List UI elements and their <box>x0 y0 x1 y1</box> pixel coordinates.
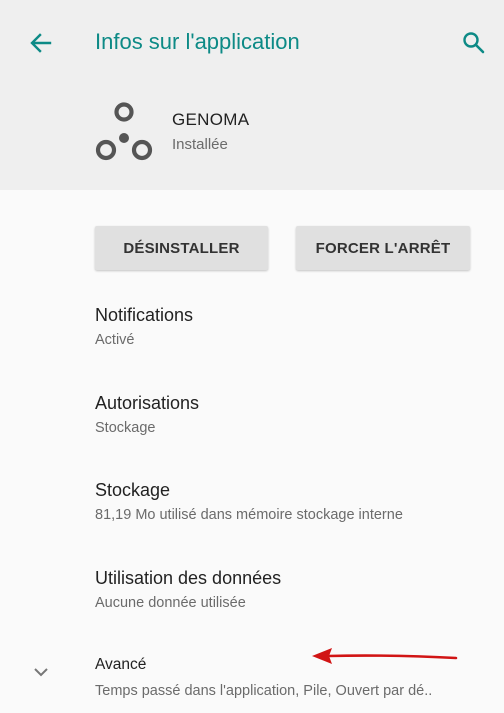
settings-item-permissions[interactable]: Autorisations Stockage <box>95 392 495 437</box>
app-name: GENOMA <box>172 110 250 129</box>
item-subtitle: Aucune donnée utilisée <box>95 595 246 611</box>
item-subtitle: Activé <box>95 332 135 348</box>
force-stop-button[interactable]: FORCER L'ARRÊT <box>296 226 470 270</box>
app-logo <box>93 100 157 164</box>
app-summary: GENOMA Installée <box>0 96 504 176</box>
annotation-arrow <box>308 644 458 668</box>
item-subtitle: 81,19 Mo utilisé dans mémoire stockage i… <box>95 507 403 523</box>
arrow-left-icon <box>30 33 52 53</box>
expand-advanced-button[interactable] <box>30 664 52 680</box>
app-install-status: Installée <box>172 136 228 153</box>
app-info-header: Infos sur l'application GENOMA Installée <box>0 0 504 190</box>
settings-item-storage[interactable]: Stockage 81,19 Mo utilisé dans mémoire s… <box>95 479 495 524</box>
item-title: Utilisation des données <box>95 568 282 588</box>
chevron-down-icon <box>34 668 48 677</box>
item-subtitle: Stockage <box>95 420 156 436</box>
item-title: Notifications <box>95 305 194 325</box>
search-icon <box>463 32 485 54</box>
back-button[interactable] <box>26 28 58 58</box>
item-subtitle: Temps passé dans l'application, Pile, Ou… <box>95 683 433 699</box>
uninstall-button[interactable]: DÉSINSTALLER <box>95 226 268 270</box>
search-button[interactable] <box>458 28 490 58</box>
item-title: Stockage <box>95 480 171 500</box>
toolbar: Infos sur l'application <box>0 0 504 86</box>
app-info-screen: Infos sur l'application GENOMA Installée <box>0 0 504 713</box>
settings-item-notifications[interactable]: Notifications Activé <box>95 304 495 349</box>
item-title: Autorisations <box>95 393 200 413</box>
red-arrow-icon <box>312 648 458 664</box>
page-title: Infos sur l'application <box>95 29 300 54</box>
genoma-logo-icon <box>95 102 153 161</box>
settings-item-data-usage[interactable]: Utilisation des données Aucune donnée ut… <box>95 567 495 612</box>
